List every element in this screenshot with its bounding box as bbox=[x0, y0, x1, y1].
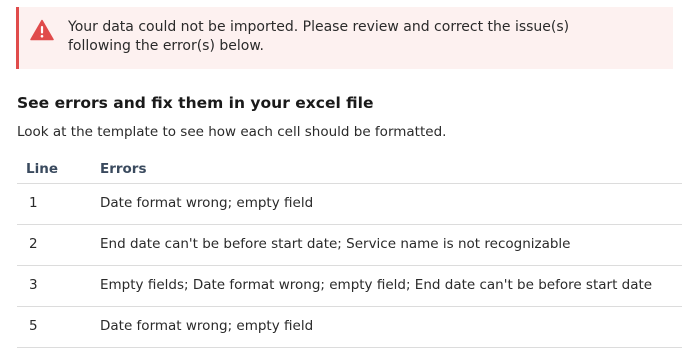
alert-message-line-2: following the error(s) below. bbox=[68, 38, 264, 54]
import-errors-page: Your data could not be imported. Please … bbox=[0, 0, 682, 352]
row-errors: End date can't be before start date; Ser… bbox=[100, 236, 571, 252]
alert-message-line-1: Your data could not be imported. Please … bbox=[68, 19, 570, 35]
row-errors: Date format wrong; empty field bbox=[100, 195, 314, 211]
column-header-line: Line bbox=[26, 161, 58, 177]
table-header: Line Errors bbox=[17, 154, 682, 184]
column-header-errors: Errors bbox=[100, 161, 147, 177]
row-errors: Empty fields; Date format wrong; empty f… bbox=[100, 277, 653, 293]
row-errors: Date format wrong; empty field bbox=[100, 318, 314, 334]
row-line-number: 1 bbox=[29, 195, 38, 211]
row-line-number: 2 bbox=[29, 236, 38, 252]
section-description: Look at the template to see how each cel… bbox=[17, 124, 447, 140]
table-row: 1 Date format wrong; empty field bbox=[17, 184, 682, 225]
table-row: 5 Date format wrong; empty field bbox=[17, 307, 682, 348]
row-line-number: 3 bbox=[29, 277, 38, 293]
error-alert: Your data could not be imported. Please … bbox=[16, 7, 673, 69]
alert-message: Your data could not be imported. Please … bbox=[68, 18, 628, 56]
table-row: 2 End date can't be before start date; S… bbox=[17, 225, 682, 266]
warning-triangle-icon bbox=[30, 19, 54, 41]
row-line-number: 5 bbox=[29, 318, 38, 334]
section-heading: See errors and fix them in your excel fi… bbox=[17, 94, 374, 112]
table-row: 3 Empty fields; Date format wrong; empty… bbox=[17, 266, 682, 307]
errors-table: Line Errors 1 Date format wrong; empty f… bbox=[17, 154, 682, 348]
